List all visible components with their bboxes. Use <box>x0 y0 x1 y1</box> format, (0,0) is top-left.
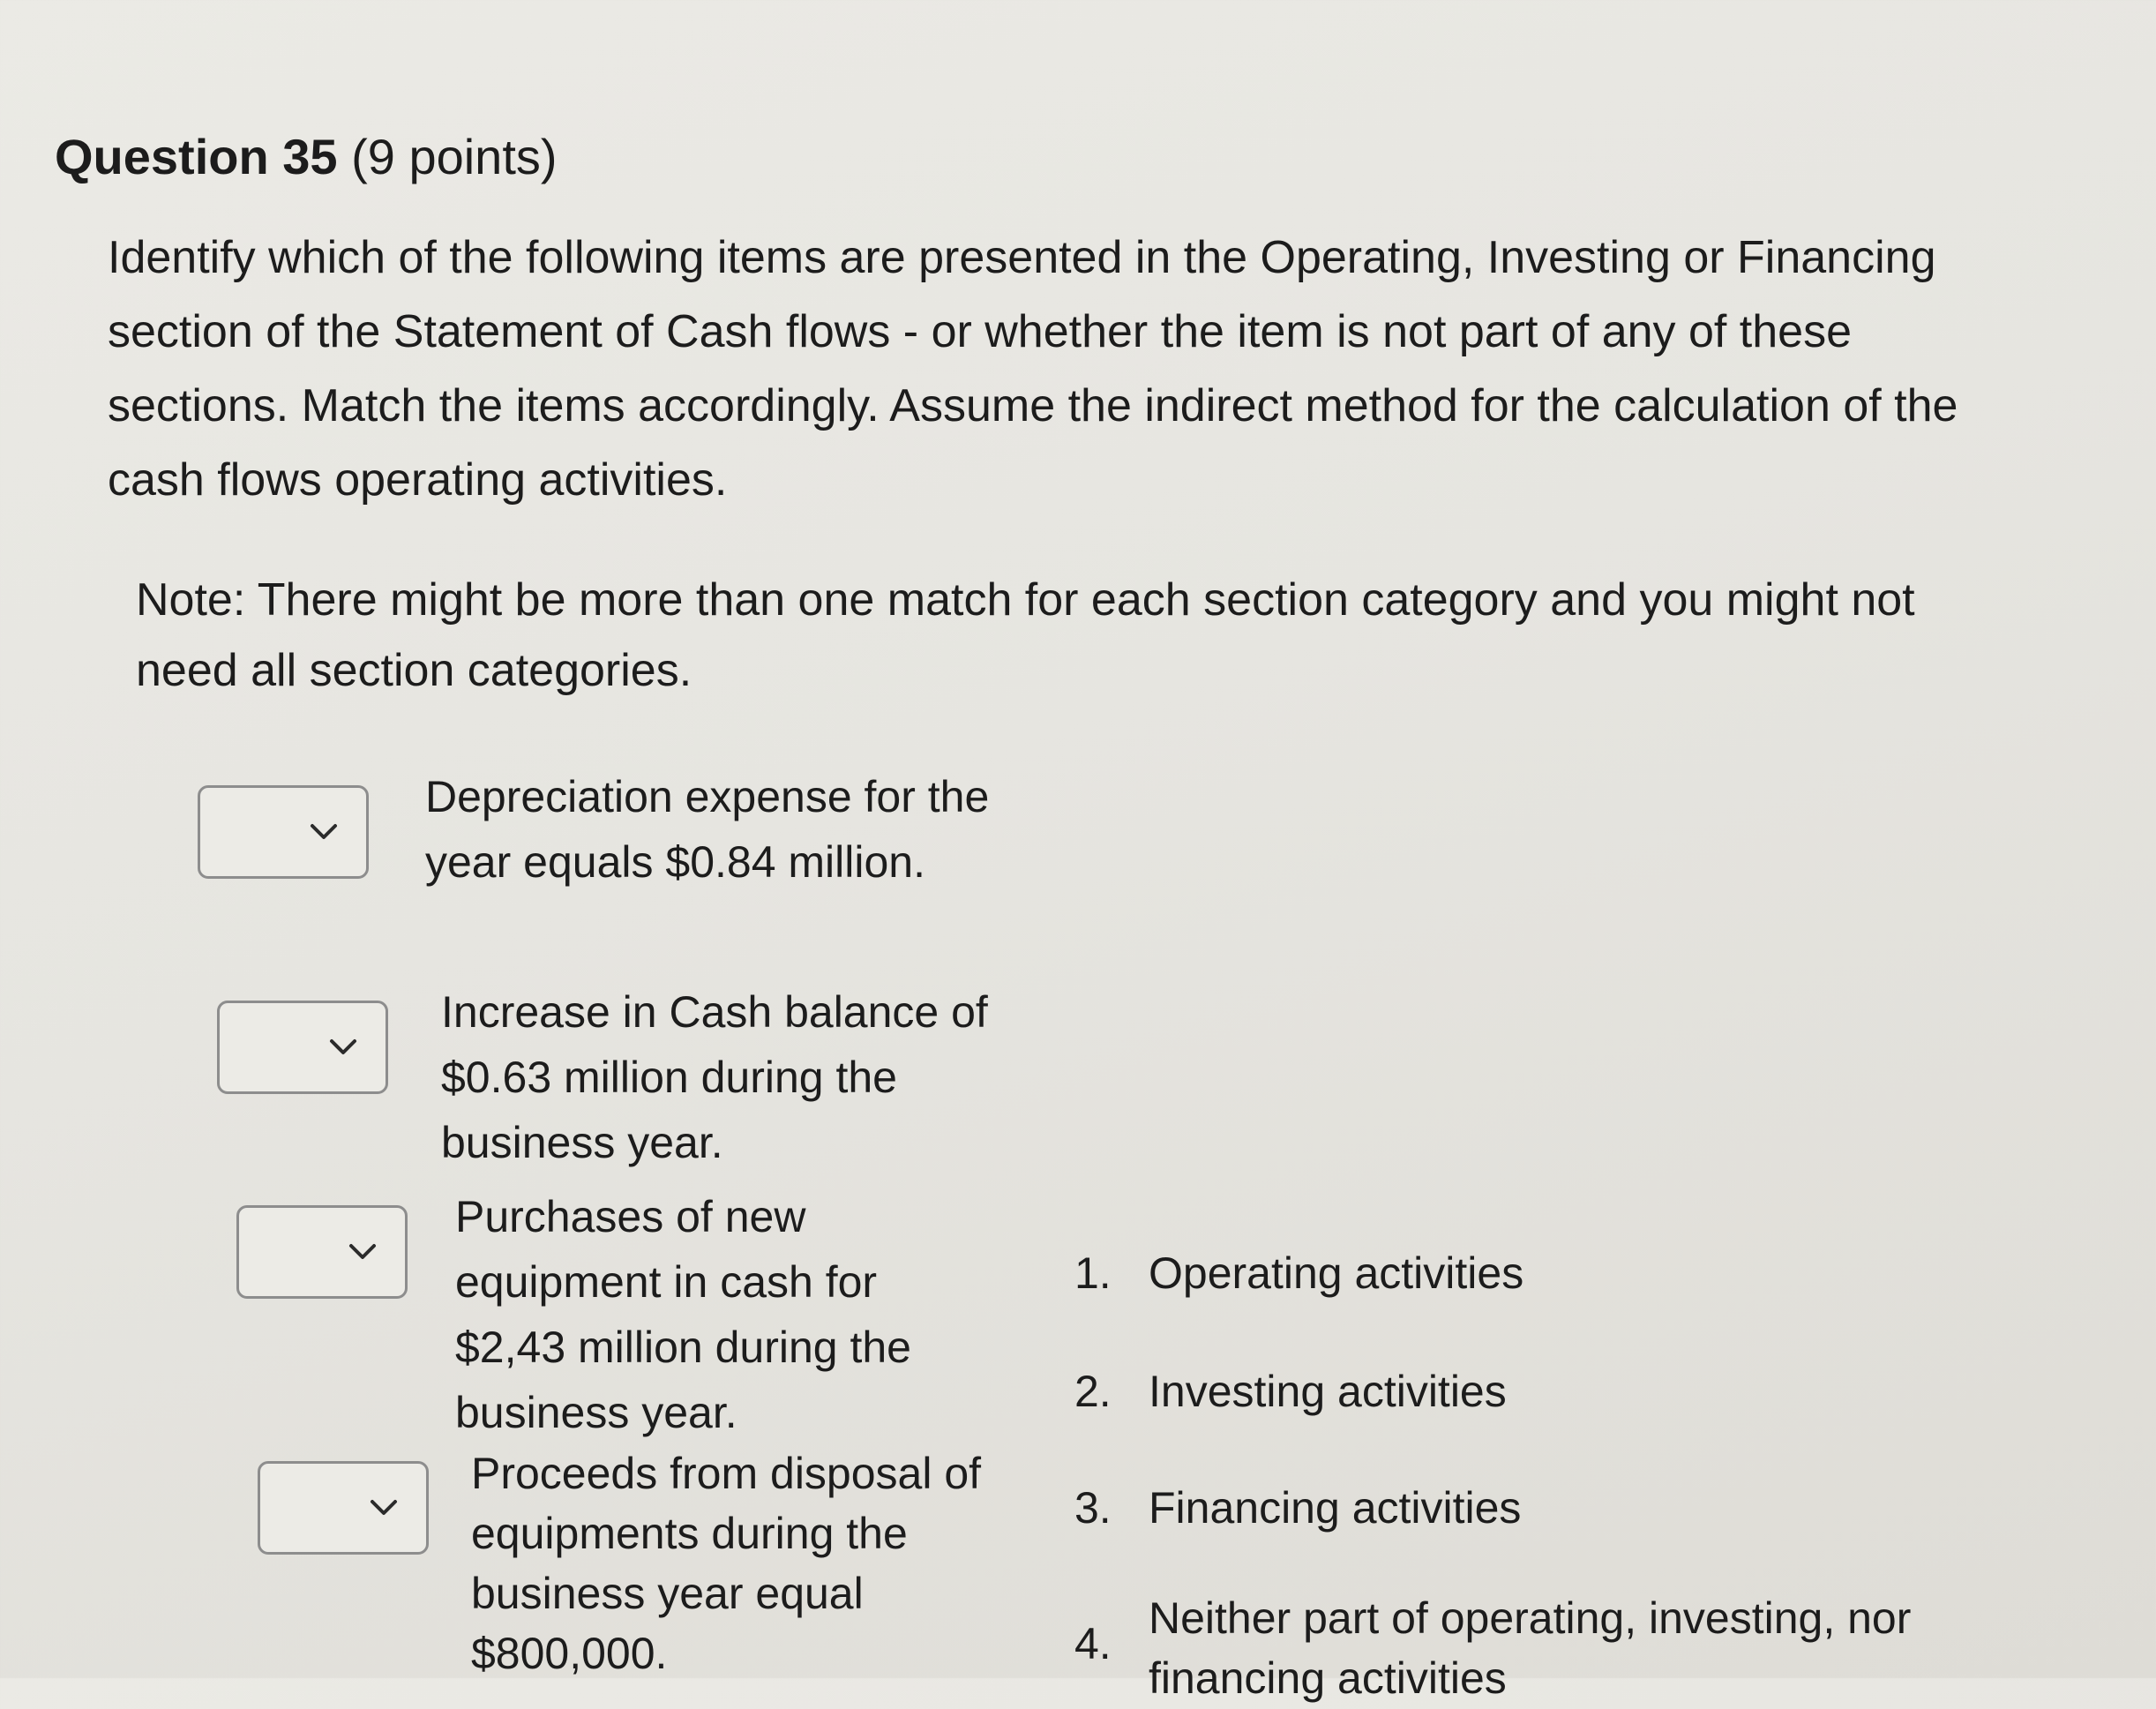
chevron-down-icon <box>330 1039 356 1054</box>
answer-label: Operating activities <box>1149 1248 1524 1298</box>
answer-number: 2. <box>1074 1367 1112 1416</box>
question-instructions: Identify which of the following items ar… <box>108 232 1958 506</box>
question-header: Question 35 (9 points) <box>55 122 558 192</box>
match-item-text-4: Proceeds from disposal of equipments dur… <box>471 1449 982 1678</box>
question-title: Question 35 <box>55 129 338 184</box>
answer-label: Investing activities <box>1149 1367 1507 1416</box>
chevron-down-icon <box>311 824 337 839</box>
answer-number: 3. <box>1074 1483 1112 1533</box>
answer-choice-1: 1. Operating activities <box>1074 1242 1523 1304</box>
question-points: (9 points) <box>351 129 558 184</box>
answer-number: 4. <box>1074 1619 1112 1668</box>
answer-number: 1. <box>1074 1248 1112 1298</box>
page: { "question": { "title": "Question 35", … <box>0 0 2156 1703</box>
question-note: Note: There might be more than one match… <box>136 574 1915 696</box>
chevron-down-icon <box>349 1244 376 1259</box>
match-item-text-1: Depreciation expense for the year equals… <box>425 772 990 887</box>
answer-label: Financing activities <box>1149 1483 1522 1533</box>
match-dropdown-3[interactable] <box>236 1205 408 1299</box>
answer-choice-2: 2. Investing activities <box>1074 1360 1507 1422</box>
match-item-text-3: Purchases of new equipment in cash for $… <box>455 1192 911 1437</box>
match-dropdown-1[interactable] <box>198 785 369 879</box>
match-item-text-2: Increase in Cash balance of $0.63 millio… <box>441 987 988 1167</box>
match-dropdown-2[interactable] <box>217 1001 388 1094</box>
answer-choice-4: 4. Neither part of operating, investing, … <box>1074 1588 1943 1709</box>
chevron-down-icon <box>371 1500 397 1515</box>
match-dropdown-4[interactable] <box>258 1461 429 1555</box>
answer-choice-3: 3. Financing activities <box>1074 1477 1521 1539</box>
answer-label: Neither part of operating, investing, no… <box>1149 1593 1912 1703</box>
